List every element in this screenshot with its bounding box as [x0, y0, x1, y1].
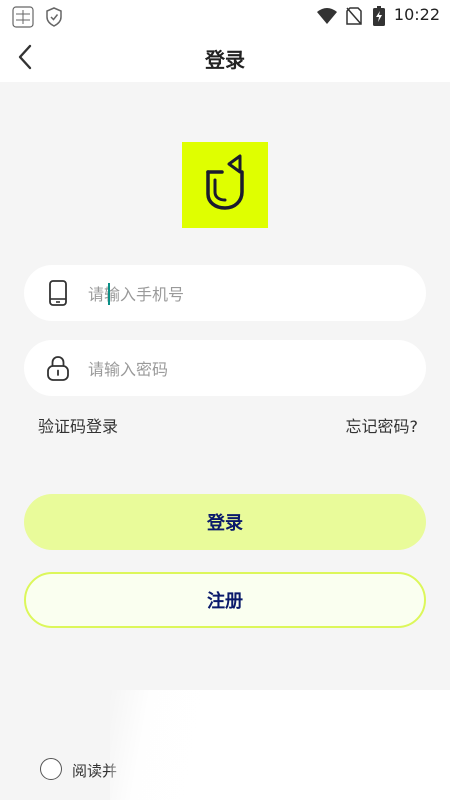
no-sim-icon [346, 7, 362, 25]
lock-icon [47, 356, 69, 381]
page-title: 登录 [205, 48, 245, 72]
app-badge-icon [12, 6, 34, 28]
register-button[interactable]: 注册 [24, 572, 426, 628]
shield-icon [46, 7, 62, 27]
bird-logo-icon [206, 154, 244, 210]
phone-field[interactable] [24, 265, 426, 323]
battery-charging-icon [373, 6, 385, 26]
login-button[interactable]: 登录 [24, 494, 426, 550]
wifi-icon [317, 8, 337, 24]
code-login-link[interactable]: 验证码登录 [38, 413, 118, 437]
fade-overlay [110, 690, 450, 800]
phone-icon [49, 280, 67, 306]
phone-input[interactable] [86, 265, 410, 323]
forgot-password-link[interactable]: 忘记密码? [346, 413, 419, 437]
status-bar: 10:22 [0, 0, 450, 32]
agreement-radio[interactable] [40, 758, 62, 780]
app-logo [182, 142, 268, 228]
password-input[interactable] [86, 340, 410, 398]
text-cursor [108, 283, 110, 305]
status-time: 10:22 [393, 5, 440, 24]
header: 登录 [0, 32, 450, 82]
password-field[interactable] [24, 340, 426, 398]
